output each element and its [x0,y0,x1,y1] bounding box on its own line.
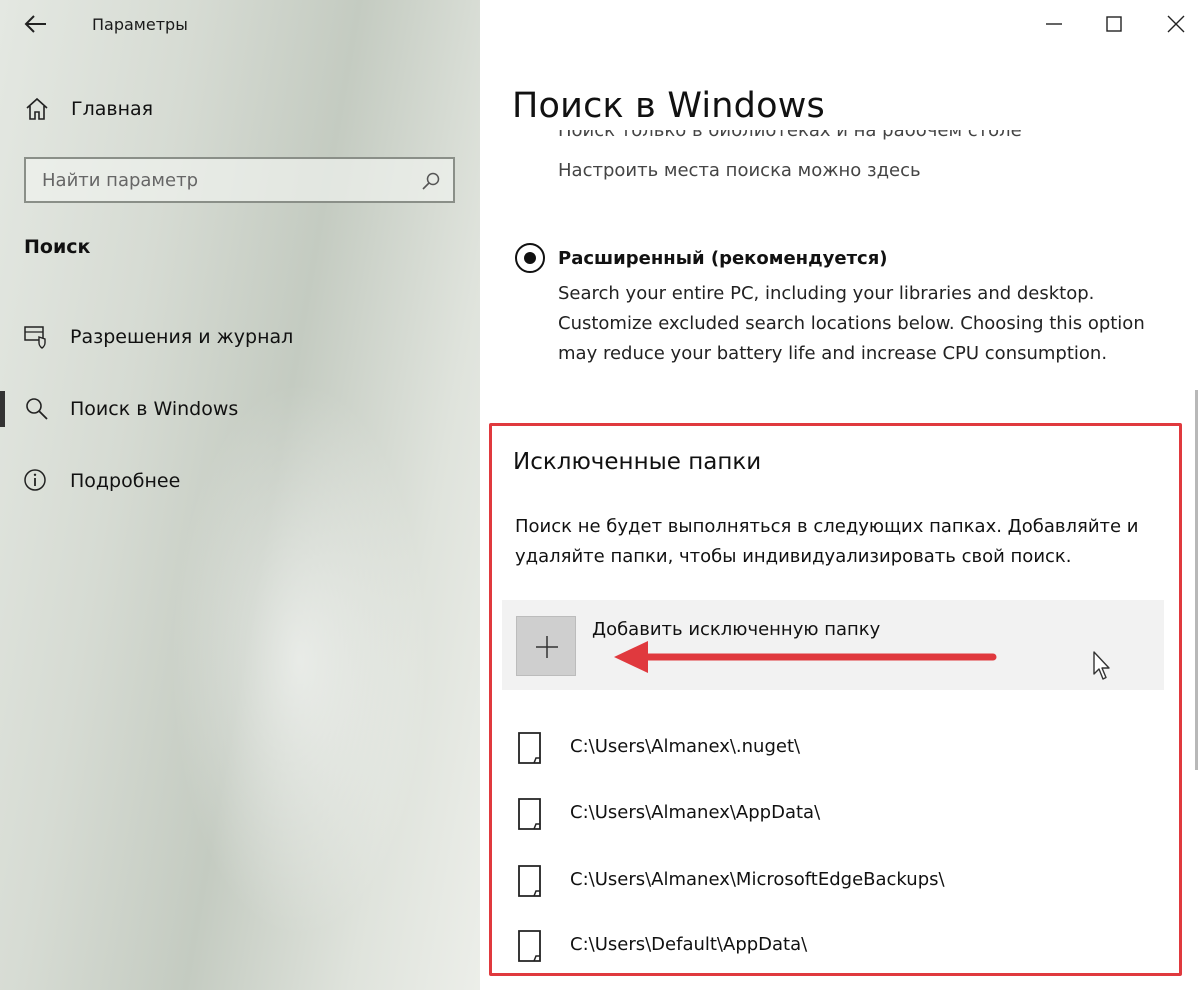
settings-search-input[interactable]: Найти параметр [24,157,455,203]
folder-path: C:\Users\Almanex\AppData\ [570,802,821,823]
folder-icon [518,930,541,962]
folder-path: C:\Users\Default\AppData\ [570,934,808,955]
sidebar-item-label: Поиск в Windows [70,398,239,420]
enhanced-option-label[interactable]: Расширенный (рекомендуется) [558,248,887,269]
enhanced-option-description: Search your entire PC, including your li… [558,283,1145,364]
home-icon [26,97,48,120]
main-content: Поиск в Windows Поиск только в библиотек… [480,0,1200,990]
close-icon[interactable] [1158,6,1194,42]
info-icon [24,469,46,491]
nav-home[interactable]: Главная [0,90,480,130]
annotation-arrow-icon [614,641,997,673]
back-arrow-icon[interactable] [22,10,50,38]
section-title: Поиск [24,236,91,258]
excluded-folder-item[interactable]: C:\Users\Almanex\.nuget\ [516,729,1156,769]
sidebar-item-label: Подробнее [70,470,181,492]
permissions-icon [24,326,46,349]
excluded-folders-title: Исключенные папки [513,449,762,475]
sidebar-item-windows-search[interactable]: Поиск в Windows [0,386,480,432]
radio-selected-dot [524,252,536,264]
excluded-folder-item[interactable]: C:\Users\Almanex\AppData\ [516,795,1156,835]
search-icon[interactable] [421,171,441,191]
folder-icon [518,798,541,830]
excluded-folder-item[interactable]: C:\Users\Almanex\MicrosoftEdgeBackups\ [516,862,1156,902]
search-icon [26,398,48,420]
app-title: Параметры [92,15,188,34]
sidebar-item-more-details[interactable]: Подробнее [0,458,480,504]
add-excluded-folder-button[interactable] [516,616,576,676]
window-controls [960,0,1200,50]
excluded-folders-description: Поиск не будет выполняться в следующих п… [515,516,1139,567]
folder-icon [518,865,541,897]
excluded-folder-item[interactable]: C:\Users\Default\AppData\ [516,927,1156,967]
maximize-icon[interactable] [1096,6,1132,42]
enhanced-radio[interactable] [515,243,545,273]
active-indicator [0,391,5,427]
folder-icon [518,732,541,764]
minimize-icon[interactable] [1036,6,1072,42]
page-title: Поиск в Windows [512,86,825,126]
plus-icon [536,636,558,658]
home-label: Главная [71,98,154,120]
sidebar-item-permissions[interactable]: Разрешения и журнал [0,314,480,360]
search-placeholder: Найти параметр [42,170,198,191]
titlebar-left: Параметры [0,0,480,52]
configure-locations-link[interactable]: Настроить места поиска можно здесь [558,160,921,181]
sidebar: Параметры Главная Найти параметр Поиск Р… [0,0,480,990]
classic-option-partial-text: Поиск только в библиотеках и на рабочем … [558,130,1022,141]
folder-path: C:\Users\Almanex\MicrosoftEdgeBackups\ [570,869,945,890]
sidebar-item-label: Разрешения и журнал [70,326,294,348]
scrollbar[interactable] [1195,390,1198,770]
mouse-cursor-icon [1093,651,1110,680]
folder-path: C:\Users\Almanex\.nuget\ [570,736,801,757]
